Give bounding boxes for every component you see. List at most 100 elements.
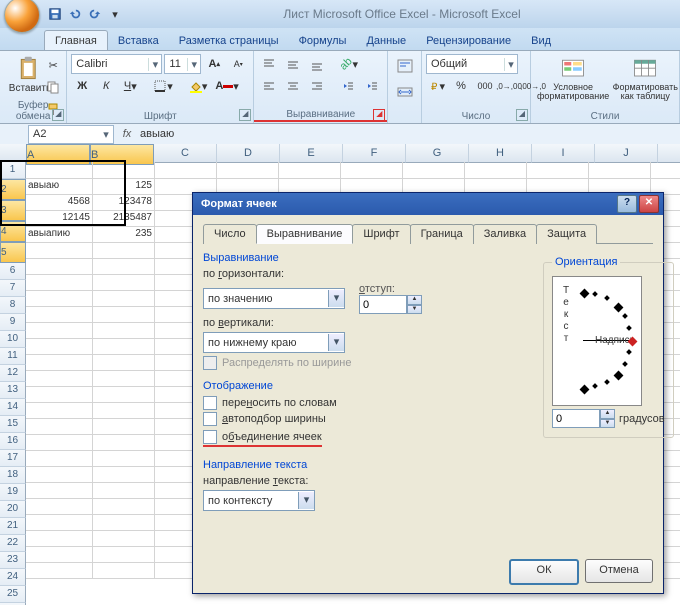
- col-header[interactable]: I: [532, 144, 595, 163]
- cell[interactable]: [88, 258, 155, 275]
- vertical-align-select[interactable]: по нижнему краю▾: [203, 332, 345, 353]
- cell[interactable]: [88, 546, 155, 563]
- cell[interactable]: авыапию: [26, 226, 93, 243]
- cell[interactable]: [398, 162, 465, 179]
- cell[interactable]: [26, 306, 93, 323]
- cell[interactable]: 2135487: [88, 210, 155, 227]
- underline-icon[interactable]: Ч ▾: [119, 76, 141, 96]
- row-header[interactable]: 12: [0, 365, 26, 382]
- ok-button[interactable]: ОК: [509, 559, 579, 585]
- col-header[interactable]: D: [217, 144, 280, 163]
- tab-insert[interactable]: Вставка: [108, 31, 169, 50]
- tab-home[interactable]: Главная: [44, 30, 108, 50]
- cell[interactable]: 4568: [26, 194, 93, 211]
- grow-font-icon[interactable]: A▴: [203, 54, 225, 74]
- comma-icon[interactable]: 000: [474, 76, 496, 96]
- row-header[interactable]: 11: [0, 348, 26, 365]
- cell[interactable]: [88, 274, 155, 291]
- increase-indent-icon[interactable]: [361, 76, 383, 96]
- cell[interactable]: [88, 482, 155, 499]
- degrees-spinner[interactable]: ▲▼: [552, 409, 615, 428]
- cell[interactable]: [88, 402, 155, 419]
- cell[interactable]: [88, 386, 155, 403]
- col-header[interactable]: C: [154, 144, 217, 163]
- cell[interactable]: [26, 418, 93, 435]
- row-header[interactable]: 3: [0, 200, 26, 221]
- align-right-icon[interactable]: [306, 76, 328, 96]
- increase-decimal-icon[interactable]: ,0→,00: [498, 76, 520, 96]
- font-launcher-icon[interactable]: ◢: [239, 109, 251, 121]
- row-header[interactable]: 24: [0, 569, 26, 586]
- orientation-preview[interactable]: Текст Надпись: [552, 276, 642, 406]
- cell[interactable]: [88, 418, 155, 435]
- cell[interactable]: [26, 354, 93, 371]
- clipboard-launcher-icon[interactable]: ◢: [52, 109, 64, 121]
- dlg-tab-alignment[interactable]: Выравнивание: [256, 224, 354, 244]
- cell[interactable]: [26, 386, 93, 403]
- row-header[interactable]: 5: [0, 242, 26, 263]
- cell[interactable]: [646, 162, 680, 179]
- row-header[interactable]: 2: [0, 179, 26, 200]
- row-header[interactable]: 10: [0, 331, 26, 348]
- indent-spinner[interactable]: ▲▼: [359, 295, 422, 314]
- cell[interactable]: [88, 498, 155, 515]
- cell[interactable]: [88, 338, 155, 355]
- row-header[interactable]: 16: [0, 433, 26, 450]
- cell[interactable]: [26, 322, 93, 339]
- accounting-format-icon[interactable]: ₽▾: [426, 76, 448, 96]
- dialog-help-icon[interactable]: ?: [617, 195, 637, 213]
- cell[interactable]: [522, 162, 589, 179]
- cell[interactable]: [26, 242, 93, 259]
- tab-pagelayout[interactable]: Разметка страницы: [169, 31, 289, 50]
- col-header[interactable]: F: [343, 144, 406, 163]
- cell[interactable]: 235: [88, 226, 155, 243]
- row-header[interactable]: 9: [0, 314, 26, 331]
- tab-formulas[interactable]: Формулы: [289, 31, 357, 50]
- shrink-to-fit-checkbox[interactable]: автоподбор ширины: [203, 412, 533, 426]
- cell[interactable]: [26, 402, 93, 419]
- row-header[interactable]: 17: [0, 450, 26, 467]
- cell[interactable]: [26, 370, 93, 387]
- cell[interactable]: [26, 466, 93, 483]
- cancel-button[interactable]: Отмена: [585, 559, 653, 583]
- cell[interactable]: [26, 290, 93, 307]
- row-header[interactable]: 15: [0, 416, 26, 433]
- dialog-titlebar[interactable]: Формат ячеек ? ✕: [193, 193, 663, 215]
- row-header[interactable]: 25: [0, 586, 26, 603]
- align-middle-icon[interactable]: [282, 54, 304, 74]
- cell[interactable]: 123478: [88, 194, 155, 211]
- cell[interactable]: [26, 434, 93, 451]
- cell[interactable]: [88, 242, 155, 259]
- qat-customize-icon[interactable]: ▾: [106, 5, 124, 23]
- merge-cells-checkbox[interactable]: объединение ячеек: [203, 430, 322, 447]
- row-header[interactable]: 18: [0, 467, 26, 484]
- col-header[interactable]: G: [406, 144, 469, 163]
- cell[interactable]: авыаю: [26, 178, 93, 195]
- cell[interactable]: [88, 322, 155, 339]
- orientation-vertical-text[interactable]: Текст: [559, 285, 573, 345]
- row-header[interactable]: 22: [0, 535, 26, 552]
- row-header[interactable]: 6: [0, 263, 26, 280]
- decrease-indent-icon[interactable]: [337, 76, 359, 96]
- cell[interactable]: [336, 162, 403, 179]
- italic-icon[interactable]: К: [95, 76, 117, 96]
- col-header[interactable]: E: [280, 144, 343, 163]
- horizontal-align-select[interactable]: по значению▾: [203, 288, 345, 309]
- cell[interactable]: [26, 338, 93, 355]
- merge-cells-icon[interactable]: [392, 79, 417, 105]
- cell[interactable]: [88, 450, 155, 467]
- font-size-combo[interactable]: 11▾: [164, 54, 201, 74]
- cell[interactable]: [26, 530, 93, 547]
- cell[interactable]: [150, 162, 217, 179]
- font-name-combo[interactable]: Calibri▾: [71, 54, 162, 74]
- dlg-tab-protection[interactable]: Защита: [536, 224, 597, 244]
- cell[interactable]: [26, 514, 93, 531]
- align-bottom-icon[interactable]: [306, 54, 328, 74]
- cell[interactable]: [88, 306, 155, 323]
- cell[interactable]: [26, 162, 93, 179]
- cell[interactable]: [88, 290, 155, 307]
- row-header[interactable]: 4: [0, 221, 26, 242]
- deg-spin-down-icon[interactable]: ▼: [600, 419, 615, 429]
- formula-bar[interactable]: авыаю: [136, 128, 680, 140]
- spin-down-icon[interactable]: ▼: [407, 305, 422, 315]
